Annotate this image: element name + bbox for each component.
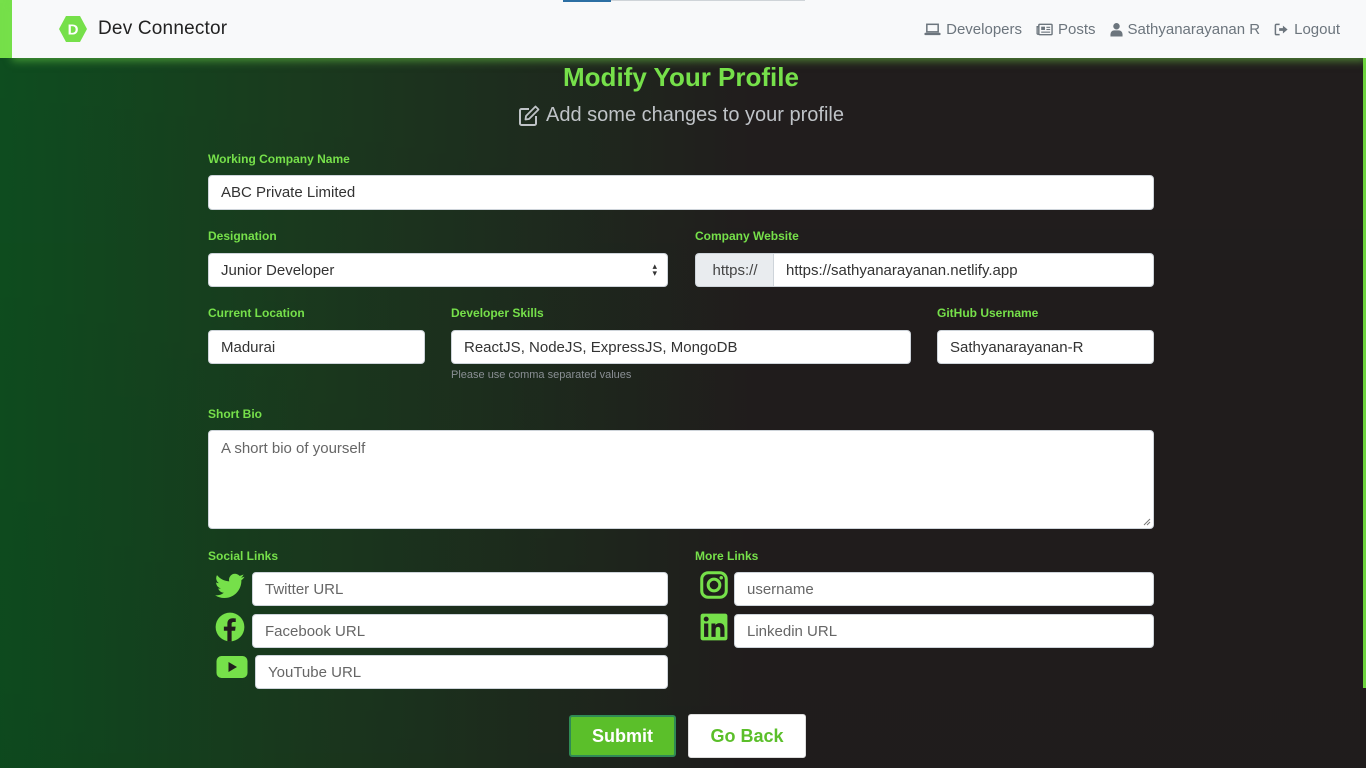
user-icon: [1109, 22, 1123, 36]
facebook-icon: [215, 612, 245, 642]
nav-links: Developers Posts Sathyanarayanan R Logou…: [924, 21, 1340, 38]
hexagon-logo-icon: D: [59, 16, 87, 42]
instagram-icon: [700, 571, 728, 599]
sign-out-icon: [1274, 23, 1288, 35]
facebook-input[interactable]: Facebook URL: [252, 614, 668, 648]
nav-logout-label: Logout: [1294, 20, 1340, 38]
website-label: Company Website: [695, 229, 799, 243]
nav-developers[interactable]: Developers: [924, 21, 1022, 38]
page-subtitle: Add some changes to your profile: [0, 104, 1362, 127]
nav-user[interactable]: Sathyanarayanan R: [1109, 20, 1261, 38]
nav-posts[interactable]: Posts: [1036, 21, 1096, 38]
svg-text:D: D: [68, 22, 79, 39]
company-input[interactable]: ABC Private Limited: [208, 175, 1154, 210]
bio-textarea[interactable]: A short bio of yourself: [208, 430, 1154, 529]
instagram-input[interactable]: username: [734, 572, 1154, 606]
website-input[interactable]: https://sathyanarayanan.netlify.app: [773, 253, 1154, 287]
skills-label: Developer Skills: [451, 306, 544, 320]
nav-developers-label: Developers: [946, 20, 1022, 38]
company-label: Working Company Name: [208, 152, 350, 166]
location-label: Current Location: [208, 306, 305, 320]
linkedin-input[interactable]: Linkedin URL: [734, 614, 1154, 648]
top-tab-divider: [611, 0, 805, 1]
nav-logout[interactable]: Logout: [1274, 21, 1340, 38]
bio-label: Short Bio: [208, 407, 262, 421]
laptop-icon: [924, 23, 941, 35]
newspaper-icon: [1036, 23, 1053, 35]
website-prefix: https://: [695, 253, 774, 287]
linkedin-icon: [700, 613, 728, 641]
location-input[interactable]: Madurai: [208, 330, 425, 364]
designation-value: Junior Developer: [221, 261, 335, 279]
more-links-label: More Links: [695, 549, 759, 563]
page-subtitle-text: Add some changes to your profile: [546, 104, 844, 126]
nav-posts-label: Posts: [1058, 20, 1096, 38]
go-back-button[interactable]: Go Back: [688, 714, 806, 758]
youtube-icon: [216, 656, 248, 678]
skills-help-text: Please use comma separated values: [451, 369, 632, 381]
bio-placeholder: A short bio of yourself: [221, 440, 366, 457]
github-label: GitHub Username: [937, 306, 1039, 320]
top-tab-indicator: [563, 0, 611, 2]
twitter-input[interactable]: Twitter URL: [252, 572, 668, 606]
twitter-icon: [215, 573, 245, 598]
brand[interactable]: D Dev Connector: [58, 14, 227, 44]
designation-select[interactable]: Junior Developer ▴ ▾: [208, 253, 668, 287]
youtube-input[interactable]: YouTube URL: [255, 655, 668, 689]
github-input[interactable]: Sathyanarayanan-R: [937, 330, 1154, 364]
social-links-label: Social Links: [208, 549, 279, 563]
select-arrows-icon: ▴ ▾: [652, 261, 657, 278]
brand-name: Dev Connector: [98, 18, 228, 39]
navbar: D Dev Connector Developers Posts Sathyan…: [12, 0, 1366, 58]
nav-user-label: Sathyanarayanan R: [1127, 20, 1261, 38]
page-title: Modify Your Profile: [563, 62, 799, 92]
skills-input[interactable]: ReactJS, NodeJS, ExpressJS, MongoDB: [451, 330, 911, 364]
edit-icon: [519, 105, 540, 126]
designation-label: Designation: [208, 229, 277, 243]
left-accent-bar: [0, 0, 12, 58]
submit-button[interactable]: Submit: [569, 715, 676, 757]
resize-handle-icon[interactable]: [1143, 518, 1151, 526]
